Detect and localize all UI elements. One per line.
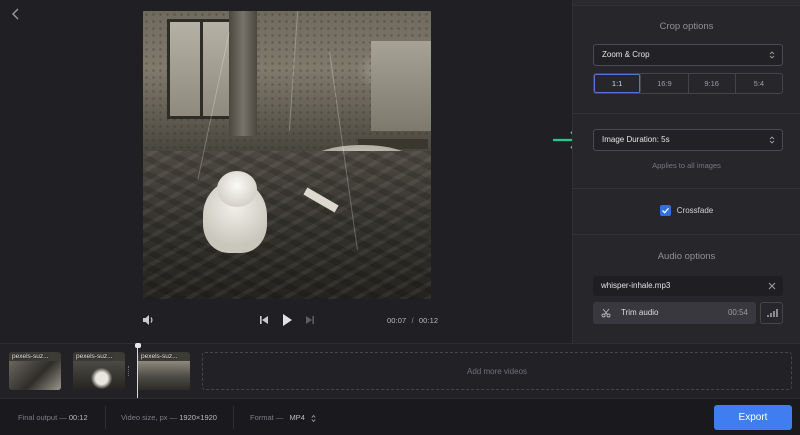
select-arrows-icon <box>769 136 775 144</box>
timeline-clip-3[interactable]: pexels-suz... <box>138 352 190 390</box>
audio-file-chip: whisper-inhale.mp3 <box>593 276 783 296</box>
current-time: 00:07 <box>387 316 407 325</box>
check-icon <box>661 207 669 214</box>
player-controls: 00:07 / 00:12 <box>0 307 572 333</box>
skip-forward-icon[interactable] <box>303 313 317 327</box>
time-readout: 00:07 / 00:12 <box>387 316 438 325</box>
video-size-value: 1920×1920 <box>179 413 217 422</box>
format-select-arrows-icon[interactable] <box>311 414 316 423</box>
trim-audio-label: Trim audio <box>621 308 659 317</box>
clip-label: pexels-suz... <box>141 353 178 360</box>
ratio-5-4[interactable]: 5:4 <box>736 74 782 93</box>
crossfade-section: Crossfade <box>573 189 800 235</box>
duration-section: Image Duration: 5s Applies to all images <box>573 114 800 189</box>
trim-audio-button[interactable]: Trim audio 00:54 <box>593 302 756 324</box>
duration-hint: Applies to all images <box>652 161 721 170</box>
settings-panel: Crop options Zoom & Crop 1:1 16:9 9:16 5… <box>572 0 800 343</box>
footer-bar: Final output — 00:12 Video size, px — 19… <box>0 398 800 435</box>
crossfade-checkbox[interactable] <box>659 205 671 216</box>
video-size: Video size, px — 1920×1920 <box>121 413 217 422</box>
crop-options-title: Crop options <box>659 21 714 32</box>
image-duration-select[interactable]: Image Duration: 5s <box>593 129 783 151</box>
timeline-clip-1[interactable]: pexels-suz... <box>9 352 61 390</box>
remove-audio-icon[interactable] <box>767 281 777 291</box>
trim-audio-duration: 00:54 <box>727 308 748 317</box>
crop-mode-value: Zoom & Crop <box>602 50 650 59</box>
export-button[interactable]: Export <box>714 405 792 430</box>
scissors-icon <box>601 308 611 318</box>
add-more-videos-button[interactable]: Add more videos <box>202 352 792 390</box>
crop-section: Crop options Zoom & Crop 1:1 16:9 9:16 5… <box>573 6 800 114</box>
preview-image <box>143 11 431 299</box>
select-arrows-icon <box>769 51 775 59</box>
total-time: 00:12 <box>418 316 439 325</box>
timeline-clip-2[interactable]: pexels-suz... <box>73 352 125 390</box>
clip-label: pexels-suz... <box>12 353 49 360</box>
ratio-16-9[interactable]: 16:9 <box>641 74 689 93</box>
format-value[interactable]: MP4 <box>289 413 304 422</box>
format: Format — MP4 <box>250 413 316 423</box>
final-output-value: 00:12 <box>68 413 88 422</box>
ratio-9-16[interactable]: 9:16 <box>689 74 736 93</box>
aspect-ratio-group: 1:1 16:9 9:16 5:4 <box>593 73 783 94</box>
time-separator: / <box>411 316 414 325</box>
video-size-label: Video size, px — <box>121 413 178 422</box>
play-icon[interactable] <box>280 312 294 328</box>
crossfade-label: Crossfade <box>676 206 714 215</box>
crossfade-row: Crossfade <box>573 205 800 216</box>
final-output-label: Final output — <box>18 413 67 422</box>
video-editor: 00:07 / 00:12 Crop options Zoom & Crop 1… <box>0 0 800 435</box>
crop-mode-select[interactable]: Zoom & Crop <box>593 44 783 66</box>
playhead[interactable] <box>134 343 141 399</box>
drag-handle-icon[interactable] <box>128 366 130 376</box>
audio-options-title: Audio options <box>657 251 716 262</box>
image-duration-value: Image Duration: 5s <box>602 135 670 144</box>
volume-icon[interactable] <box>141 313 155 327</box>
preview-area: 00:07 / 00:12 <box>0 0 572 343</box>
skip-back-icon[interactable] <box>257 313 271 327</box>
timeline: pexels-suz... pexels-suz... pexels-suz..… <box>0 343 800 399</box>
ratio-1-1[interactable]: 1:1 <box>594 74 642 93</box>
back-icon[interactable] <box>8 6 24 22</box>
final-output: Final output — 00:12 <box>18 413 88 422</box>
clip-label: pexels-suz... <box>76 353 113 360</box>
audio-file-name: whisper-inhale.mp3 <box>601 281 671 290</box>
format-label: Format — <box>250 413 284 422</box>
audio-volume-icon[interactable] <box>760 302 783 324</box>
